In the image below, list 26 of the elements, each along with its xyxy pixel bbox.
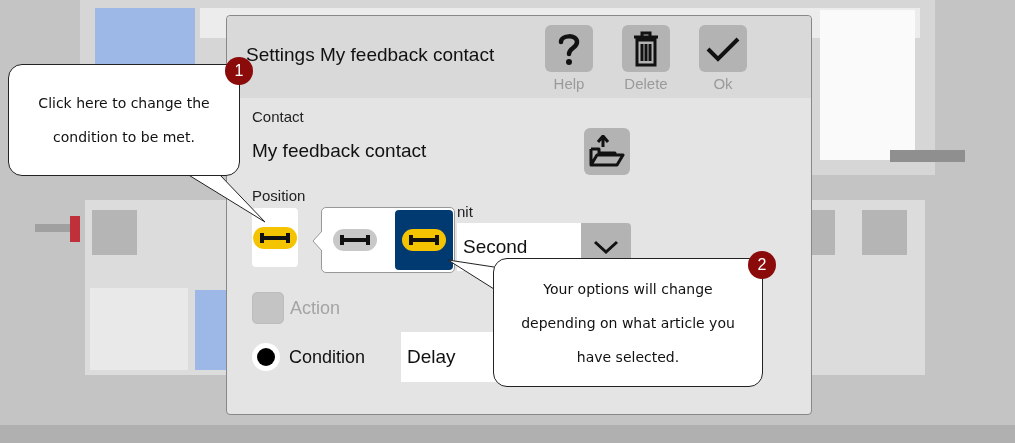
contact-name: My feedback contact	[252, 140, 428, 162]
blurred-connector	[35, 216, 80, 242]
field-label: Position	[252, 187, 307, 204]
position-button[interactable]	[252, 208, 298, 267]
ok-button[interactable]	[699, 25, 747, 72]
field-label: nit	[457, 203, 474, 222]
toolbar-label: Help	[553, 75, 585, 92]
rail-icon	[333, 229, 377, 251]
callout-text: Click here to change the condition to be met.	[37, 94, 211, 147]
folder-upload-icon	[589, 135, 625, 167]
action-label: Action	[290, 297, 341, 319]
rail-icon	[253, 226, 297, 249]
chevron-down-icon	[593, 240, 619, 254]
toolbar-label: Delete	[624, 75, 668, 92]
rail-icon	[402, 229, 446, 251]
condition-radio[interactable]	[252, 343, 280, 371]
position-option[interactable]	[395, 210, 453, 270]
upload-button[interactable]	[584, 127, 630, 175]
condition-label: Condition	[289, 346, 367, 368]
delete-button[interactable]	[622, 25, 670, 72]
trash-icon	[633, 30, 659, 67]
help-icon	[558, 31, 580, 66]
field-label: Contact	[252, 108, 305, 125]
help-button[interactable]	[545, 25, 593, 72]
checkmark-icon	[706, 35, 740, 62]
toolbar-label: Ok	[713, 75, 733, 92]
